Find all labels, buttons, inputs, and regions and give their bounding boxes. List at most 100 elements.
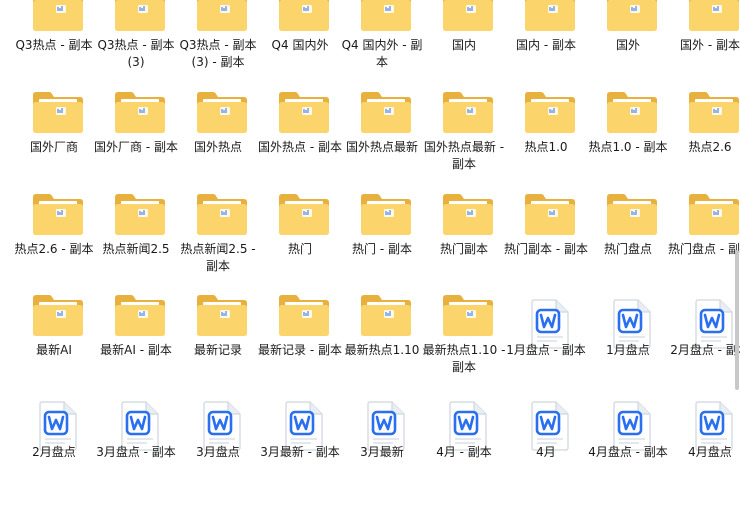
folder-item[interactable]: 热点2.6 - 副本 xyxy=(14,194,94,297)
item-name: Q3热点 - 副本 xyxy=(15,38,93,52)
folder-icon xyxy=(30,288,86,344)
grid-row: 2月盘点 3月盘点 - 副本 3月盘点 3月最新 - 副本 3月最新 4月 - … xyxy=(0,400,740,502)
item-name: 国内 - 副本 xyxy=(516,38,576,52)
folder-icon xyxy=(604,0,660,39)
folder-icon xyxy=(604,85,660,141)
document-item[interactable]: 3月最新 - 副本 xyxy=(260,400,340,500)
folder-icon xyxy=(522,85,578,141)
folder-item[interactable]: 最新热点1.10 xyxy=(342,295,422,398)
folder-item[interactable]: 国内 - 副本 xyxy=(506,0,586,93)
folder-item[interactable]: 最新记录 - 副本 xyxy=(258,295,342,398)
item-name: Q4 国内外 - 副本 xyxy=(341,38,423,69)
folder-item[interactable]: 最新AI - 副本 xyxy=(96,295,176,398)
item-name: Q3热点 - 副本 (3) - 副本 xyxy=(179,38,257,69)
document-item[interactable]: 2月盘点 - 副本 xyxy=(670,298,740,398)
item-name: 3月盘点 - 副本 xyxy=(96,445,176,459)
folder-item[interactable]: 国外热点 xyxy=(178,92,258,195)
document-item[interactable]: 4月 xyxy=(506,400,586,500)
folder-item[interactable]: 热点1.0 xyxy=(506,92,586,195)
item-name: 国外热点最新 xyxy=(345,140,418,154)
item-name: 1月盘点 - 副本 xyxy=(506,343,586,357)
folder-item[interactable]: 热门 xyxy=(260,194,340,297)
item-name: 2月盘点 xyxy=(32,445,76,459)
item-name: 国外热点 - 副本 xyxy=(258,140,342,154)
folder-item[interactable]: 国外 - 副本 xyxy=(670,0,740,93)
scrollbar-thumb[interactable] xyxy=(735,250,739,390)
document-item[interactable]: 4月 - 副本 xyxy=(424,400,504,500)
item-name: 最新记录 xyxy=(193,343,242,357)
item-name: 3月最新 xyxy=(360,445,404,459)
item-name: 最新AI xyxy=(36,343,72,357)
folder-item[interactable]: 热门盘点 - 副本 xyxy=(668,194,740,297)
folder-item[interactable]: 最新记录 xyxy=(178,295,258,398)
item-name: 国外厂商 - 副本 xyxy=(94,140,178,154)
folder-icon xyxy=(358,85,414,141)
folder-item[interactable]: 热点1.0 - 副本 xyxy=(588,92,668,195)
folder-item[interactable]: 国内 xyxy=(424,0,504,93)
folder-item[interactable]: 国外热点 - 副本 xyxy=(258,92,342,195)
document-item[interactable]: 2月盘点 xyxy=(14,400,94,500)
item-name: 3月盘点 xyxy=(196,445,240,459)
item-name: 热点新闻2.5 - 副本 xyxy=(180,242,256,273)
folder-icon xyxy=(276,85,332,141)
folder-item[interactable]: Q3热点 - 副本 (3) xyxy=(96,0,176,93)
folder-icon xyxy=(440,187,496,243)
document-item[interactable]: 4月盘点 - 副本 xyxy=(588,400,668,500)
item-name: 最新热点1.10 - 副本 xyxy=(422,343,506,374)
item-name: 热门副本 xyxy=(439,242,488,256)
folder-item[interactable]: Q4 国内外 xyxy=(260,0,340,93)
document-item[interactable]: 1月盘点 xyxy=(588,298,668,398)
grid-row: 最新AI 最新AI - 副本 最新记录 最新记录 - 副本 最新热点1.10 最… xyxy=(0,295,740,400)
folder-item[interactable]: Q3热点 - 副本 (3) - 副本 xyxy=(178,0,258,93)
document-item[interactable]: 3月盘点 xyxy=(178,400,258,500)
folder-item[interactable]: Q4 国内外 - 副本 xyxy=(342,0,422,93)
folder-icon xyxy=(30,0,86,39)
folder-icon xyxy=(604,187,660,243)
folder-item[interactable]: 热门盘点 xyxy=(588,194,668,297)
document-item[interactable]: 1月盘点 - 副本 xyxy=(506,298,586,398)
folder-icon xyxy=(440,288,496,344)
folder-icon xyxy=(522,187,578,243)
document-item[interactable]: 3月盘点 - 副本 xyxy=(96,400,176,500)
item-name: 国内 xyxy=(451,38,476,52)
vertical-scrollbar[interactable] xyxy=(734,0,740,505)
folder-item[interactable]: 热点新闻2.5 - 副本 xyxy=(178,194,258,297)
grid-row: 国外厂商 国外厂商 - 副本 国外热点 国外热点 - 副本 国外热点最新 国外热… xyxy=(0,92,740,197)
folder-item[interactable]: 热点新闻2.5 xyxy=(96,194,176,297)
folder-item[interactable]: 热门副本 xyxy=(424,194,504,297)
folder-item[interactable]: 国外 xyxy=(588,0,668,93)
item-name: 热点新闻2.5 xyxy=(102,242,170,256)
folder-item[interactable]: Q3热点 - 副本 xyxy=(14,0,94,93)
folder-icon xyxy=(686,0,740,39)
item-name: 4月盘点 xyxy=(688,445,732,459)
document-item[interactable]: 4月盘点 xyxy=(670,400,740,500)
folder-icon xyxy=(358,0,414,39)
folder-icon xyxy=(112,85,168,141)
folder-item[interactable]: 最新AI xyxy=(14,295,94,398)
folder-icon xyxy=(276,288,332,344)
folder-item[interactable]: 国外厂商 - 副本 xyxy=(94,92,178,195)
folder-item[interactable]: 最新热点1.10 - 副本 xyxy=(423,295,505,398)
folder-icon xyxy=(194,288,250,344)
folder-icon xyxy=(112,288,168,344)
item-name: 1月盘点 xyxy=(606,343,650,357)
folder-item[interactable]: 热门副本 - 副本 xyxy=(504,194,588,297)
item-name: Q4 国内外 xyxy=(271,38,329,52)
folder-item[interactable]: 热点2.6 xyxy=(670,92,740,195)
item-name: 热门盘点 - 副本 xyxy=(668,242,740,256)
item-name: 2月盘点 - 副本 xyxy=(670,343,740,357)
folder-icon xyxy=(522,0,578,39)
document-item[interactable]: 3月最新 xyxy=(342,400,422,500)
folder-item[interactable]: 热门 - 副本 xyxy=(342,194,422,297)
folder-icon xyxy=(112,0,168,39)
item-name: 国外 xyxy=(615,38,640,52)
folder-item[interactable]: 国外热点最新 xyxy=(342,92,422,195)
item-name: 最新记录 - 副本 xyxy=(258,343,342,357)
item-name: 热门副本 - 副本 xyxy=(504,242,588,256)
item-name: 最新AI - 副本 xyxy=(100,343,172,357)
item-name: Q3热点 - 副本 (3) xyxy=(97,38,175,69)
folder-icon xyxy=(30,85,86,141)
folder-item[interactable]: 国外厂商 xyxy=(14,92,94,195)
folder-item[interactable]: 国外热点最新 - 副本 xyxy=(424,92,504,195)
folder-icon xyxy=(358,187,414,243)
